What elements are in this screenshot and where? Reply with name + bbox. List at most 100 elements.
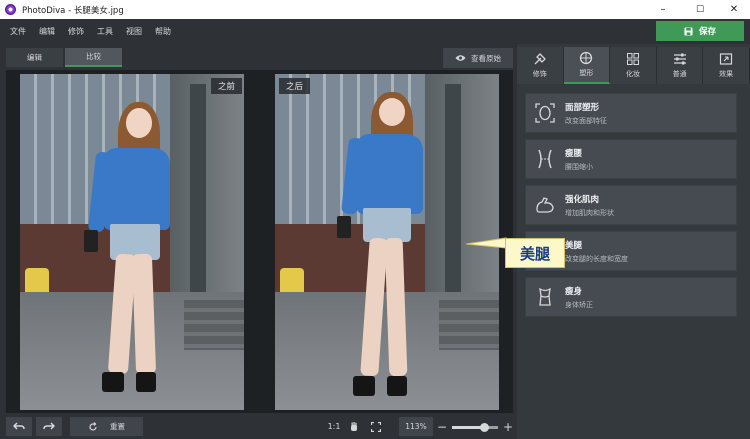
feature-title: 美腿 [565, 240, 583, 251]
body-icon [539, 287, 551, 306]
maximize-button[interactable]: ☐ [684, 0, 716, 19]
redo-button[interactable] [36, 417, 62, 436]
sliders-icon [673, 53, 686, 65]
model-blue-top [357, 134, 423, 214]
model-right-shoe [387, 376, 407, 396]
feature-slim-body[interactable]: 瘦身 身体矫正 [525, 277, 737, 317]
callout-arrow-icon [466, 237, 507, 249]
menu-retouch[interactable]: 修饰 [68, 26, 84, 37]
feature-subtitle: 增加肌肉和形状 [565, 208, 614, 217]
feature-subtitle: 改变面部特征 [565, 116, 607, 125]
tab-makeup-label: 化妆 [625, 70, 640, 78]
stairs [439, 300, 499, 350]
feature-slim-waist[interactable]: 瘦腰 腰围缩小 [525, 139, 737, 179]
undo-icon [13, 422, 25, 430]
pillar [445, 84, 461, 304]
feature-title: 面部塑形 [565, 102, 600, 113]
reset-icon [89, 421, 97, 431]
waist-icon [538, 149, 552, 169]
zoom-out-button[interactable]: − [436, 417, 448, 436]
feature-title: 瘦身 [565, 286, 583, 297]
fit-screen-button[interactable] [368, 417, 384, 436]
model-right-leg [131, 253, 157, 375]
feature-subtitle: 改变腿的长度和宽度 [565, 254, 628, 263]
zoom-in-button[interactable]: + [502, 417, 514, 436]
ratio-1-1-button[interactable]: 1:1 [324, 417, 344, 436]
feature-face-shape[interactable]: 面部塑形 改变面部特征 [525, 93, 737, 133]
before-photo: 之前 [20, 74, 244, 410]
floppy-disk-icon [684, 26, 693, 36]
model-blue-top [104, 148, 170, 230]
model-right-shoe [136, 372, 156, 392]
zoom-slider[interactable] [452, 423, 498, 432]
view-tabs: 编辑 比较 [6, 48, 122, 67]
tab-reshape-label: 塑形 [579, 69, 594, 77]
tab-effects[interactable]: 效果 [703, 47, 750, 84]
undo-button[interactable] [6, 417, 32, 436]
effects-icon [720, 53, 733, 65]
view-original-label: 查看原始 [471, 53, 501, 63]
model-face [379, 98, 405, 126]
menu-file[interactable]: 文件 [10, 26, 26, 37]
model-shorts [363, 208, 411, 242]
window-title: PhotoDiva - 长腿美女.jpg [22, 5, 124, 16]
menu-tools[interactable]: 工具 [97, 26, 113, 37]
fit-screen-icon [371, 421, 381, 432]
model-face [126, 108, 152, 138]
zoom-percentage[interactable]: 113% [399, 417, 433, 436]
concrete-building [170, 74, 244, 304]
model-handbag [337, 216, 351, 238]
pillar [190, 84, 206, 304]
feature-enhance-muscles[interactable]: 强化肌肉 增加肌肉和形状 [525, 185, 737, 225]
save-button-label: 保存 [698, 27, 716, 37]
tab-makeup[interactable]: 化妆 [610, 47, 657, 84]
model-handbag [84, 230, 98, 252]
menu-help[interactable]: 帮助 [155, 26, 171, 37]
feature-subtitle: 身体矫正 [565, 300, 593, 309]
stairs [184, 300, 244, 350]
menu-bar: 文件 编辑 修饰 工具 视图 帮助 [0, 19, 750, 44]
feature-subtitle: 腰围缩小 [565, 162, 593, 171]
eye-icon [455, 55, 466, 61]
pan-hand-button[interactable] [346, 417, 362, 436]
close-button[interactable]: ✕ [718, 0, 750, 19]
model-left-shoe [102, 372, 124, 392]
bottom-toolbar: 重置 1:1 113% − + [0, 414, 517, 439]
reshape-icon [580, 51, 593, 65]
reset-button[interactable]: 重置 [70, 417, 143, 436]
menu-view[interactable]: 视图 [126, 26, 142, 37]
tool-tabs: 修饰 塑形 化妆 普通 效果 [517, 47, 750, 84]
title-bar: PhotoDiva - 长腿美女.jpg – ☐ ✕ [0, 0, 750, 19]
retouch-icon [534, 53, 546, 65]
feature-title: 强化肌肉 [565, 194, 600, 205]
tab-retouch-label: 修饰 [532, 70, 547, 78]
tab-general[interactable]: 普通 [656, 47, 704, 84]
photodiva-logo-icon [5, 4, 16, 15]
tab-edit[interactable]: 编辑 [6, 48, 63, 67]
tab-retouch[interactable]: 修饰 [517, 47, 564, 84]
zoom-slider-handle[interactable] [479, 423, 489, 432]
tab-compare[interactable]: 比较 [65, 48, 122, 67]
makeup-icon [626, 53, 639, 65]
feature-title: 瘦腰 [565, 148, 583, 159]
concrete-building [425, 74, 499, 304]
tab-effects-label: 效果 [719, 70, 734, 78]
comparison-canvas[interactable]: 之前 之后 [6, 70, 513, 413]
redo-icon [43, 422, 55, 430]
tab-reshape[interactable]: 塑形 [563, 47, 611, 84]
photodiva-window: PhotoDiva - 长腿美女.jpg – ☐ ✕ 文件 编辑 修饰 工具 视… [0, 0, 750, 439]
muscle-icon [536, 197, 554, 213]
model-left-shoe [353, 376, 375, 396]
legs-callout: 美腿 [505, 238, 565, 268]
feature-list: 面部塑形 改变面部特征 瘦腰 腰围缩小 强化肌肉 增加肌肉和形状 美腿 改变腿的… [525, 93, 737, 323]
minimize-button[interactable]: – [647, 0, 679, 19]
save-button[interactable]: 保存 [656, 21, 744, 41]
view-original-button[interactable]: 查看原始 [443, 48, 513, 68]
after-label: 之后 [279, 78, 311, 94]
hand-icon [351, 421, 357, 431]
tab-general-label: 普通 [672, 70, 687, 78]
menu-edit[interactable]: 编辑 [39, 26, 55, 37]
reset-label: 重置 [110, 422, 125, 431]
face-shape-icon [535, 103, 555, 123]
before-label: 之前 [210, 78, 242, 94]
